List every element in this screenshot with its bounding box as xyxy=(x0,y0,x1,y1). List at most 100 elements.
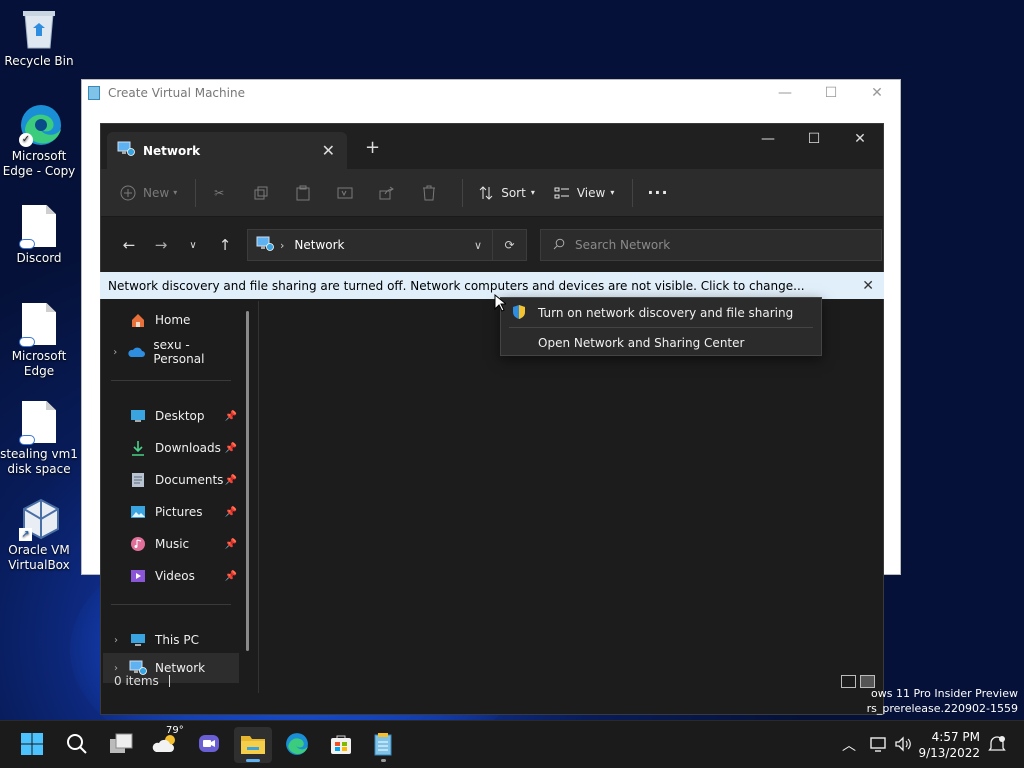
desktop-icon-stealing-vm1[interactable]: stealing vm1 disk space xyxy=(0,401,78,477)
virtualbox-icon: ↗ xyxy=(19,497,59,541)
desktop-icon-edge-copy[interactable]: ✓ Microsoft Edge - Copy xyxy=(0,103,78,179)
desktop-icon-label: Microsoft Edge xyxy=(11,349,67,378)
weather-widget[interactable]: 79° xyxy=(146,725,184,763)
vm-window-title: Create Virtual Machine xyxy=(108,85,245,100)
more-options-button[interactable]: ··· xyxy=(647,183,668,202)
desktop-icon-virtualbox[interactable]: ↗ Oracle VM VirtualBox xyxy=(0,497,78,573)
notification-center-button[interactable] xyxy=(988,721,1006,768)
plus-circle-icon xyxy=(119,184,137,202)
more-icon: ··· xyxy=(647,183,669,202)
forward-button[interactable]: → xyxy=(145,236,177,254)
address-bar[interactable]: › Network ∨ ⟳ xyxy=(247,229,527,261)
expand-chevron-icon[interactable]: › xyxy=(103,635,129,646)
details-view-icon[interactable] xyxy=(841,674,856,688)
network-tray-button[interactable] xyxy=(870,721,888,768)
sidebar-item-documents[interactable]: Documents 📌 xyxy=(103,465,239,495)
start-button[interactable] xyxy=(13,727,51,763)
sidebar-item-onedrive[interactable]: › sexu - Personal xyxy=(103,337,239,367)
cut-button[interactable]: ✂ xyxy=(210,184,234,202)
paste-button[interactable] xyxy=(294,184,318,202)
desktop-icon-label: Discord xyxy=(16,251,62,265)
new-button[interactable]: New ▾ xyxy=(119,184,177,202)
file-explorer-window[interactable]: Network ✕ + — ☐ ✕ New ▾ ✂ Sort ▾ View ▾ … xyxy=(100,123,884,715)
volume-tray-button[interactable] xyxy=(894,721,912,768)
desktop-icon-discord[interactable]: Discord xyxy=(0,205,78,266)
show-hidden-icons-button[interactable]: ︿ xyxy=(842,721,856,768)
divider xyxy=(632,178,634,207)
divider xyxy=(195,178,197,207)
view-button[interactable]: View ▾ xyxy=(553,184,614,202)
menu-item-sharing-center[interactable]: Open Network and Sharing Center xyxy=(501,328,821,357)
close-button[interactable]: ✕ xyxy=(854,85,900,101)
sidebar-item-downloads[interactable]: Downloads 📌 xyxy=(103,433,239,463)
desktop-icon-edge[interactable]: Microsoft Edge xyxy=(0,303,78,379)
delete-button[interactable] xyxy=(420,184,444,202)
back-button[interactable]: ← xyxy=(113,236,145,254)
breadcrumb-network[interactable]: Network xyxy=(294,238,344,252)
pane-divider[interactable] xyxy=(258,301,259,693)
windows-logo-icon xyxy=(20,732,44,759)
search-input[interactable] xyxy=(575,238,855,252)
divider xyxy=(462,178,464,207)
close-infobar-icon[interactable]: ✕ xyxy=(862,278,874,294)
share-button[interactable] xyxy=(378,184,402,202)
close-tab-icon[interactable]: ✕ xyxy=(322,141,335,160)
task-view-button[interactable] xyxy=(102,727,140,763)
expand-chevron-icon[interactable]: › xyxy=(103,347,127,358)
rename-button[interactable] xyxy=(336,184,360,202)
virtualbox-icon xyxy=(373,732,393,759)
cloud-icon xyxy=(19,435,35,445)
sort-button[interactable]: Sort ▾ xyxy=(477,184,535,202)
search-button[interactable] xyxy=(58,727,96,763)
vm-titlebar[interactable]: Create Virtual Machine — ☐ ✕ xyxy=(82,80,900,105)
store-taskbar-button[interactable] xyxy=(322,727,360,763)
maximize-button[interactable]: ☐ xyxy=(808,85,854,101)
weather-cloud-icon xyxy=(152,734,178,757)
sidebar-scrollbar[interactable] xyxy=(246,311,249,651)
pin-icon: 📌 xyxy=(224,570,237,582)
cut-icon: ✂ xyxy=(214,185,225,200)
status-separator xyxy=(168,675,170,687)
search-box[interactable] xyxy=(540,229,882,261)
close-button[interactable]: ✕ xyxy=(837,124,883,154)
virtualbox-taskbar-button[interactable] xyxy=(364,727,402,763)
sidebar-item-pictures[interactable]: Pictures 📌 xyxy=(103,497,239,527)
minimize-button[interactable]: — xyxy=(745,124,791,154)
edge-taskbar-button[interactable] xyxy=(278,727,316,763)
network-discovery-infobar[interactable]: Network discovery and file sharing are t… xyxy=(100,272,884,299)
maximize-button[interactable]: ☐ xyxy=(791,124,837,154)
uac-shield-icon xyxy=(511,304,527,323)
desktop-icon-recycle-bin[interactable]: Recycle Bin xyxy=(0,8,78,69)
sidebar-item-music[interactable]: Music 📌 xyxy=(103,529,239,559)
copy-button[interactable] xyxy=(252,184,276,202)
chat-icon xyxy=(198,733,220,758)
notification-icon xyxy=(988,735,1006,756)
sidebar-item-home[interactable]: Home xyxy=(103,305,239,335)
search-icon xyxy=(553,238,565,253)
tab-network[interactable]: Network ✕ xyxy=(107,132,347,169)
recent-locations-button[interactable]: ∨ xyxy=(177,240,209,251)
refresh-button[interactable]: ⟳ xyxy=(492,229,526,261)
folder-icon xyxy=(240,733,266,758)
sidebar-item-videos[interactable]: Videos 📌 xyxy=(103,561,239,591)
file-explorer-taskbar-button[interactable] xyxy=(234,727,272,763)
taskbar-clock[interactable]: 4:57 PM 9/13/2022 xyxy=(918,729,980,761)
edge-icon xyxy=(285,732,309,759)
file-icon xyxy=(19,401,59,445)
teams-chat-button[interactable] xyxy=(190,727,228,763)
up-button[interactable]: ↑ xyxy=(209,236,241,254)
clock-time: 4:57 PM xyxy=(931,730,980,744)
sidebar-item-this-pc[interactable]: › This PC xyxy=(103,625,239,655)
new-tab-button[interactable]: + xyxy=(365,137,380,158)
navigation-pane: Home › sexu - Personal Desktop 📌 Downloa… xyxy=(101,301,258,693)
address-dropdown-icon[interactable]: ∨ xyxy=(474,239,482,252)
pin-icon: 📌 xyxy=(224,442,237,454)
search-icon xyxy=(66,733,88,758)
clock-date: 9/13/2022 xyxy=(918,746,980,760)
shortcut-check-icon: ✓ xyxy=(19,133,33,147)
minimize-button[interactable]: — xyxy=(762,85,808,101)
menu-item-turn-on-discovery[interactable]: Turn on network discovery and file shari… xyxy=(501,298,821,327)
sidebar-item-desktop[interactable]: Desktop 📌 xyxy=(103,401,239,431)
weather-temperature: 79° xyxy=(166,725,184,736)
infobar-context-menu: Turn on network discovery and file shari… xyxy=(500,297,822,356)
